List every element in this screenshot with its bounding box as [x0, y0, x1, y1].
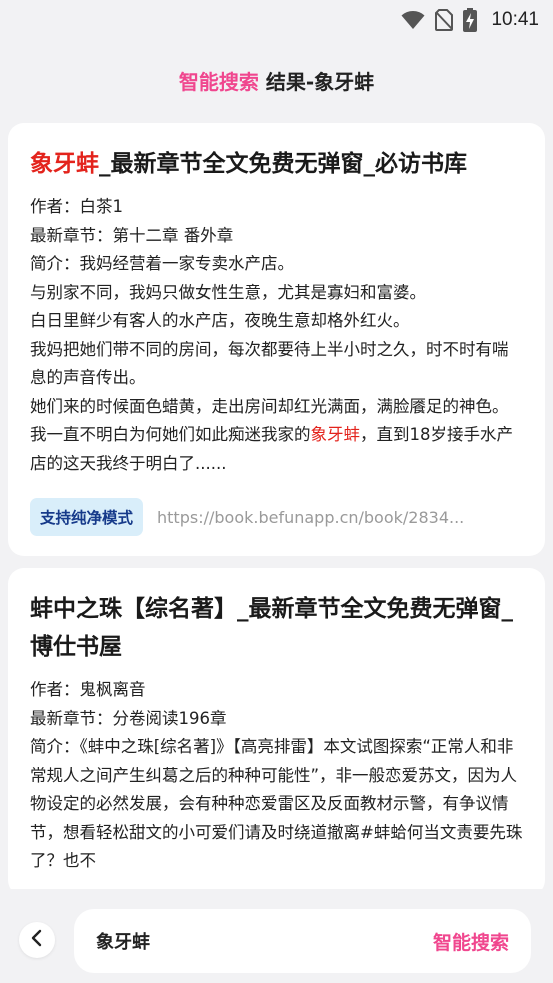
wifi-icon [401, 10, 425, 30]
back-button[interactable] [19, 922, 55, 958]
result-latest-chapter: 最新章节：第十二章 番外章 [30, 225, 234, 245]
status-bar: 10:41 [0, 0, 553, 40]
bottom-bar: 象牙蚌 智能搜索 [0, 889, 553, 983]
result-footer: 支持纯净模式 https://book.befunapp.cn/book/283… [30, 498, 523, 536]
battery-charging-icon [463, 8, 478, 32]
result-card[interactable]: 蚌中之珠【综名著】_最新章节全文免费无弹窗_博仕书屋 作者：鬼枫离音 最新章节：… [8, 568, 545, 889]
result-title[interactable]: 象牙蚌_最新章节全文免费无弹窗_必访书库 [30, 145, 523, 183]
result-card[interactable]: 象牙蚌_最新章节全文免费无弹窗_必访书库 作者：白茶1 最新章节：第十二章 番外… [8, 123, 545, 556]
page-title-accent: 智能搜索 [178, 70, 259, 94]
result-title-text: 蚌中之珠【综名著】_最新章节全文免费无弹窗_博仕书屋 [30, 596, 513, 660]
result-url[interactable]: https://book.befunapp.cn/book/2834... [157, 508, 464, 527]
search-input[interactable]: 象牙蚌 [96, 928, 150, 954]
result-title-text: _最新章节全文免费无弹窗_必访书库 [99, 151, 467, 177]
page-title: 智能搜索 结果-象牙蚌 [0, 66, 553, 95]
smart-search-button[interactable]: 智能搜索 [433, 928, 509, 955]
results-list[interactable]: 象牙蚌_最新章节全文免费无弹窗_必访书库 作者：白茶1 最新章节：第十二章 番外… [8, 123, 545, 889]
result-summary-text: 简介：我妈经营着一家专卖水产店。 与别家不同，我妈只做女性生意，尤其是寡妇和富婆… [30, 254, 509, 444]
page-title-rest: 结果-象牙蚌 [258, 70, 375, 94]
result-author: 作者：白茶1 [30, 197, 123, 216]
result-summary-highlight: 象牙蚌 [310, 425, 361, 444]
result-title-highlight: 象牙蚌 [30, 151, 99, 177]
no-sim-icon [435, 9, 454, 31]
result-latest-chapter: 最新章节：分卷阅读196章 [30, 708, 227, 728]
chevron-left-icon [30, 929, 44, 951]
result-summary: 简介：《蚌中之珠[综名著]》【高亮排雷】本文试图探索“正常人和非常规人之间产生纠… [30, 737, 523, 870]
result-title[interactable]: 蚌中之珠【综名著】_最新章节全文免费无弹窗_博仕书屋 [30, 590, 523, 666]
result-summary: 简介：我妈经营着一家专卖水产店。 与别家不同，我妈只做女性生意，尤其是寡妇和富婆… [30, 250, 523, 478]
search-box[interactable]: 象牙蚌 智能搜索 [74, 909, 531, 973]
pure-mode-badge[interactable]: 支持纯净模式 [30, 498, 144, 536]
result-author: 作者：鬼枫离音 [30, 680, 146, 699]
status-time: 10:41 [491, 9, 539, 30]
